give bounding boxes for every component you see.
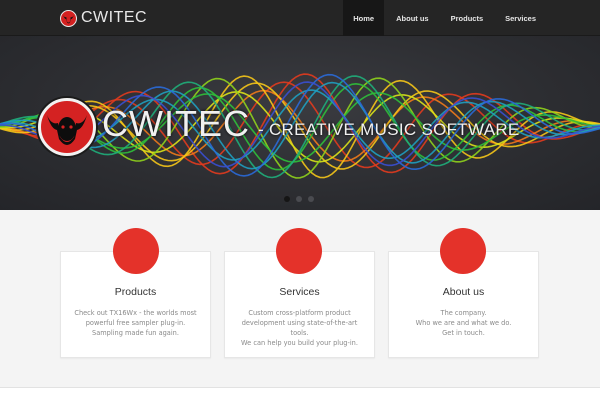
brand-link[interactable]: CWITEC [60, 9, 147, 27]
feature-circle-icon [440, 228, 486, 274]
main-nav: Home About us Products Services [343, 0, 546, 36]
nav-item-products[interactable]: Products [441, 0, 494, 36]
feature-title: About us [442, 286, 485, 298]
slider-dot-1[interactable] [284, 196, 290, 202]
slider-dot-2[interactable] [296, 196, 302, 202]
feature-description: Check out TX16Wx - the worlds most power… [74, 309, 197, 337]
feature-title: Products [114, 286, 157, 298]
hero-title: CWITEC [102, 103, 250, 144]
nav-item-services[interactable]: Services [495, 0, 546, 36]
feature-circle-icon [276, 228, 322, 274]
slider-pagination [284, 196, 320, 202]
nav-item-about-us[interactable]: About us [386, 0, 439, 36]
footer-strip [0, 388, 600, 400]
top-navbar: CWITEC Home About us Products Services [0, 0, 600, 36]
feature-description: The company. Who we are and what we do. … [415, 309, 512, 337]
nav-item-home[interactable]: Home [343, 0, 385, 36]
feature-title: Services [279, 286, 320, 298]
feature-circle-icon [113, 228, 159, 274]
brand-name: CWITEC [81, 9, 148, 26]
bull-head-icon [60, 9, 77, 27]
hero-slider: CWITEC - CREATIVE MUSIC SOFTWARE [0, 36, 600, 210]
hero-subtitle: - CREATIVE MUSIC SOFTWARE [258, 120, 520, 139]
slider-dot-3[interactable] [308, 196, 314, 202]
bull-head-icon [38, 98, 96, 156]
feature-description: Custom cross-platform product developmen… [241, 309, 358, 347]
